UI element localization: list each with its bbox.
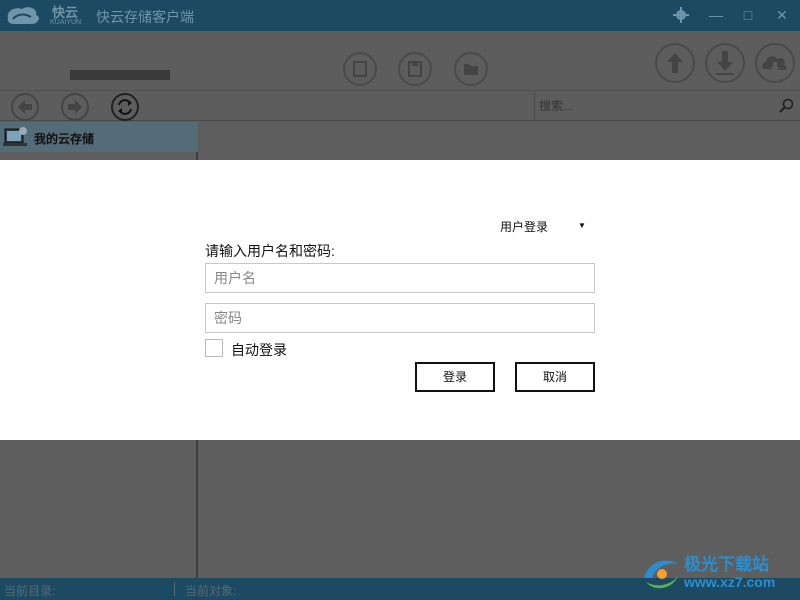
watermark-text: 极光下载站 <box>684 555 769 575</box>
app-logo: 快云 KUAIYUN <box>4 2 88 29</box>
gear-icon <box>673 7 689 23</box>
cloud-download-button[interactable] <box>755 43 795 83</box>
upload-button[interactable] <box>655 43 695 83</box>
refresh-button[interactable] <box>111 93 139 121</box>
auto-login-label: 自动登录 <box>231 342 287 358</box>
window-title: 快云存储客户端 <box>96 9 194 25</box>
save-icon <box>408 61 422 77</box>
login-mode-value: 用户登录 <box>500 220 549 234</box>
login-mode-dropdown[interactable]: 用户登录 ▼ <box>500 218 590 234</box>
current-object-label: 当前对象: <box>185 584 237 598</box>
username-field[interactable] <box>205 263 595 293</box>
folder-icon <box>464 64 478 75</box>
watermark-url: www.xz7.com <box>684 574 776 590</box>
search-input[interactable] <box>539 97 769 115</box>
forward-button[interactable] <box>61 93 89 121</box>
new-file-button[interactable] <box>343 52 377 86</box>
current-directory-label: 当前目录: <box>4 584 56 598</box>
arrow-right-icon <box>68 100 82 114</box>
refresh-icon <box>118 99 132 115</box>
arrow-left-icon <box>18 100 32 114</box>
toolbar <box>0 31 800 91</box>
minimize-button[interactable]: — <box>705 4 727 26</box>
login-prompt: 请输入用户名和密码: <box>205 243 335 259</box>
cloud-download-icon <box>762 56 787 72</box>
save-button[interactable] <box>398 52 432 86</box>
logo-subtext: KUAIYUN <box>50 19 82 26</box>
password-field[interactable] <box>205 303 595 333</box>
settings-button[interactable] <box>670 4 692 26</box>
login-dialog: 用户登录 ▼ 请输入用户名和密码: 自动登录 登录 取消 <box>0 160 800 440</box>
download-icon <box>716 51 734 75</box>
back-button[interactable] <box>11 93 39 121</box>
watermark: 极光下载站 www.xz7.com <box>640 548 796 596</box>
new-file-icon <box>353 61 367 77</box>
minimize-icon: — <box>709 7 723 23</box>
search-box <box>534 91 800 121</box>
sidebar-item-my-cloud-storage[interactable]: 我的云存储 <box>0 122 198 152</box>
close-icon: ✕ <box>776 7 788 23</box>
status-divider <box>174 582 175 596</box>
title-bar: 快云 KUAIYUN 快云存储客户端 — □ ✕ <box>0 0 800 31</box>
login-button[interactable]: 登录 <box>415 362 495 392</box>
new-folder-button[interactable] <box>454 52 488 86</box>
auto-login-checkbox[interactable] <box>205 339 223 357</box>
chevron-down-icon: ▼ <box>578 221 586 230</box>
cancel-button[interactable]: 取消 <box>515 362 595 392</box>
upload-icon <box>667 53 683 73</box>
cloud-storage-icon <box>3 127 27 146</box>
watermark-logo-icon <box>644 560 678 589</box>
navigation-bar <box>0 91 800 121</box>
close-button[interactable]: ✕ <box>771 4 793 26</box>
maximize-button[interactable]: □ <box>737 4 759 26</box>
maximize-icon: □ <box>743 7 753 23</box>
sidebar-item-label: 我的云存储 <box>34 132 95 146</box>
download-button[interactable] <box>705 43 745 83</box>
search-icon[interactable] <box>779 98 795 114</box>
storage-usage-bar <box>70 70 170 80</box>
